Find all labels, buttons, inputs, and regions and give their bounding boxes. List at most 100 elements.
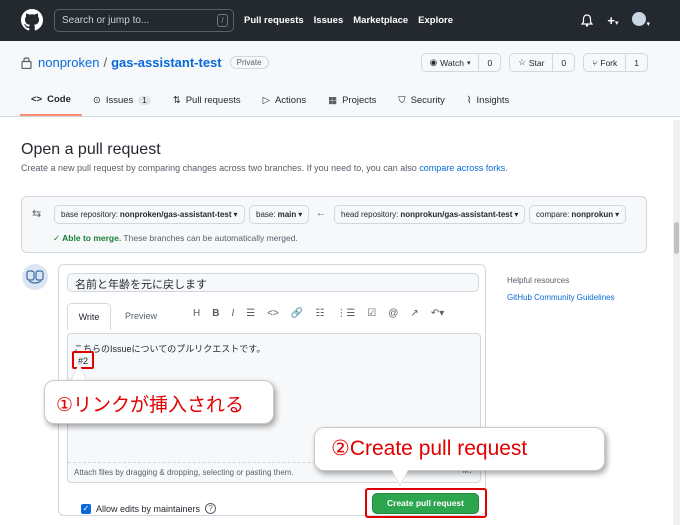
check-icon: ✓ (53, 233, 63, 243)
tab-projects[interactable]: ▦ Projects (317, 91, 387, 116)
repo-separator: / (103, 55, 108, 70)
tab-issues[interactable]: ⊙ Issues 1 (82, 91, 162, 116)
global-nav-links: Pull requests Issues Marketplace Explore (244, 15, 453, 26)
tab-security[interactable]: ⛉ Security (387, 91, 455, 116)
compare-across-forks-link[interactable]: compare across forks (419, 163, 505, 173)
code-icon: <> (31, 94, 43, 105)
cross-reference-icon[interactable]: ↗ (410, 308, 418, 319)
watch-count: 0 (487, 57, 493, 68)
callout-tail (392, 470, 408, 485)
top-navigation-bar: Search or jump to... / Pull requests Iss… (0, 0, 680, 41)
star-count: 0 (561, 57, 567, 68)
tab-label: Pull requests (185, 95, 241, 106)
code-icon[interactable]: <> (267, 308, 279, 319)
compare-branch-select[interactable]: compare: nonprokun ▾ (529, 205, 627, 224)
chevron-down-icon: ▾ (298, 210, 303, 219)
create-new-menu[interactable]: +▾ (607, 13, 618, 28)
create-pull-request-button[interactable]: Create pull request (372, 493, 479, 514)
avatar (22, 264, 48, 290)
chevron-down-icon: ▾ (466, 59, 471, 67)
heading-icon[interactable]: H (193, 308, 200, 319)
eye-icon: ◉ (429, 57, 438, 67)
fork-count: 1 (634, 57, 639, 68)
mention-icon[interactable]: @ (388, 308, 398, 319)
page-subtitle: Create a new pull request by comparing c… (21, 163, 508, 173)
repository-header: nonproken / gas-assistant-test Private ◉… (0, 41, 680, 117)
git-compare-icon: ⇆ (32, 208, 42, 220)
helpful-resources-heading: Helpful resources (507, 276, 570, 285)
base-repository-select[interactable]: base repository: nonproken/gas-assistant… (54, 205, 245, 224)
create-pr-highlight: Create pull request (365, 488, 487, 518)
graph-icon: ⌇ (466, 95, 472, 106)
subtitle-end: . (505, 163, 508, 173)
star-button[interactable]: ☆ Star 0 (509, 53, 576, 72)
fork-button[interactable]: ⑂ Fork 1 (583, 53, 648, 72)
watch-button[interactable]: ◉ Watch ▾ 0 (420, 53, 502, 72)
issue-opened-icon: ⊙ (92, 95, 101, 106)
tab-insights[interactable]: ⌇ Insights (456, 91, 520, 116)
tab-actions[interactable]: ▷ Actions (252, 91, 317, 116)
star-icon: ☆ (518, 57, 526, 67)
git-pull-request-icon: ⇅ (172, 95, 181, 106)
bell-icon[interactable] (581, 14, 594, 27)
tab-pull-requests[interactable]: ⇅ Pull requests (162, 91, 252, 116)
allow-edits-option[interactable]: ✓ Allow edits by maintainers ? (81, 503, 217, 514)
scrollbar[interactable] (673, 120, 680, 525)
tab-code[interactable]: <> Code (20, 91, 82, 116)
scrollbar-thumb[interactable] (674, 222, 679, 254)
link-icon[interactable]: 🔗 (291, 308, 303, 319)
lock-icon (21, 57, 32, 69)
repo-owner-link[interactable]: nonproken (38, 55, 99, 70)
visibility-badge: Private (229, 56, 269, 69)
tab-label: Projects (342, 95, 377, 106)
bulleted-list-icon[interactable]: ☷ (315, 308, 324, 319)
watch-label: Watch (440, 57, 464, 68)
tab-label: Insights (476, 95, 510, 106)
tab-label: Issues (105, 95, 134, 106)
annotation-callout-1: ①リンクが挿入される (44, 380, 274, 424)
chevron-down-icon: ▾ (615, 210, 620, 219)
subtitle-text: Create a new pull request by comparing c… (21, 163, 420, 173)
repo-action-buttons: ◉ Watch ▾ 0 ☆ Star 0 ⑂ Fork 1 (420, 53, 648, 72)
repo-name-link[interactable]: gas-assistant-test (111, 55, 222, 70)
allow-edits-checkbox[interactable]: ✓ (81, 503, 91, 514)
compare-branches-box: ⇆ base repository: nonproken/gas-assista… (21, 196, 647, 253)
base-branch-select[interactable]: base: main ▾ (249, 205, 310, 224)
user-avatar-icon (26, 270, 44, 284)
merge-ok-label: Able to merge. (62, 233, 122, 243)
select-value: nonprokun (571, 210, 614, 219)
nav-explore[interactable]: Explore (418, 15, 453, 26)
nav-issues[interactable]: Issues (314, 15, 344, 26)
avatar (632, 12, 647, 26)
task-list-icon[interactable]: ☑ (367, 308, 376, 319)
reply-icon[interactable]: ↶▾ (431, 308, 444, 319)
allow-edits-label: Allow edits by maintainers (96, 503, 201, 514)
slash-key-hint: / (217, 14, 228, 27)
italic-icon[interactable]: I (231, 308, 234, 319)
head-repository-select[interactable]: head repository: nonprokun/gas-assistant… (334, 205, 526, 224)
question-icon[interactable]: ? (205, 503, 217, 514)
tab-label: Security (410, 95, 445, 106)
github-logo-icon[interactable] (21, 9, 43, 31)
user-menu[interactable]: ▾ (632, 12, 650, 29)
tab-preview[interactable]: Preview (125, 311, 157, 321)
select-label: compare: (536, 210, 570, 219)
pr-title-input[interactable]: 名前と年齢を元に戻します (67, 273, 479, 292)
numbered-list-icon[interactable]: ⋮☰ (336, 308, 355, 319)
chevron-down-icon: ▾ (646, 21, 650, 28)
bold-icon[interactable]: B (212, 308, 219, 319)
quote-icon[interactable]: ☰ (246, 308, 255, 319)
fork-icon: ⑂ (592, 57, 598, 68)
tab-write[interactable]: Write (67, 303, 111, 330)
community-guidelines-link[interactable]: GitHub Community Guidelines (507, 293, 615, 302)
search-input[interactable]: Search or jump to... / (54, 9, 234, 32)
body-line: こちらのIssueについてのプルリクエストです。 (74, 344, 266, 354)
nav-marketplace[interactable]: Marketplace (353, 15, 408, 26)
issues-counter: 1 (138, 96, 151, 105)
select-value: main (277, 210, 297, 219)
select-label: base repository: (61, 210, 118, 219)
fork-label: Fork (600, 57, 618, 68)
nav-pull-requests[interactable]: Pull requests (244, 15, 304, 26)
annotation-callout-2: ②Create pull request (314, 427, 605, 471)
tab-label: Actions (274, 95, 307, 106)
